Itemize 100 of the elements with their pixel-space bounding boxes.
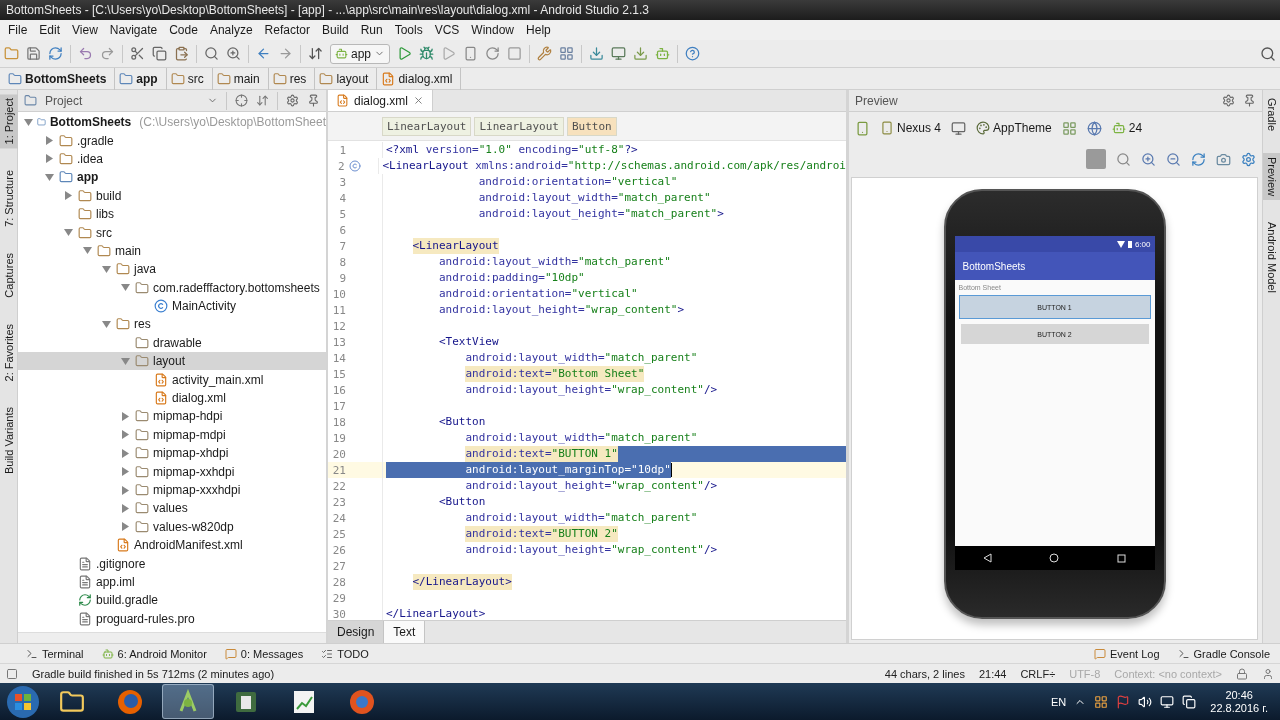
tree-item[interactable]: app.iml	[18, 572, 326, 592]
hide-icon[interactable]	[307, 94, 320, 107]
tree-item[interactable]: activity_main.xml	[18, 370, 326, 389]
tree-item[interactable]: mipmap-hdpi	[18, 407, 326, 426]
run-icon[interactable]	[397, 46, 413, 61]
collapsed-arrow-icon[interactable]	[121, 411, 129, 421]
flag-icon[interactable]	[1116, 694, 1131, 709]
side-tab[interactable]: 2: Favorites	[0, 319, 18, 386]
menu-item[interactable]: Tools	[388, 23, 429, 37]
tree-item[interactable]: com.radefffactory.bottomsheets	[18, 278, 326, 297]
zoom-in-icon[interactable]	[1141, 151, 1156, 167]
mode-tab[interactable]: Text	[384, 621, 426, 643]
copy-icon[interactable]	[152, 46, 167, 61]
rerun-icon[interactable]	[485, 46, 501, 61]
menu-item[interactable]: Code	[163, 23, 204, 37]
cut-icon[interactable]	[130, 46, 145, 61]
side-tab[interactable]: 1: Project	[0, 94, 18, 149]
stop-icon[interactable]	[507, 46, 523, 61]
android-icon[interactable]	[101, 647, 114, 660]
tree-item[interactable]: values	[18, 499, 326, 518]
menu-item[interactable]: Navigate	[103, 23, 164, 37]
collapsed-arrow-icon[interactable]	[121, 430, 129, 440]
tool-window-button[interactable]: TODO	[321, 647, 369, 660]
tool-window-button[interactable]: Gradle Console	[1177, 647, 1270, 660]
breadcrumb-item[interactable]: dialog.xml	[377, 67, 462, 90]
device-icon[interactable]	[463, 46, 479, 61]
tree-item[interactable]: src	[18, 223, 326, 242]
tree-item[interactable]: .gitignore	[18, 554, 326, 573]
device-config-icon[interactable]	[855, 120, 870, 136]
zoom-out-icon[interactable]	[1166, 151, 1181, 167]
tool-window-button[interactable]: 6: Android Monitor	[101, 647, 207, 660]
network-icon[interactable]	[1160, 694, 1175, 709]
back-icon[interactable]	[256, 46, 271, 61]
tree-item[interactable]: main	[18, 241, 326, 261]
expanded-arrow-icon[interactable]	[82, 247, 92, 255]
tree-item[interactable]: MainActivity	[18, 296, 326, 316]
locate-icon[interactable]	[235, 94, 248, 107]
tree-item[interactable]: libs	[18, 204, 326, 224]
tool-window-button[interactable]: Event Log	[1094, 647, 1160, 660]
tree-item[interactable]: proguard-rules.pro	[18, 609, 326, 628]
breadcrumb-item[interactable]: BottomSheets	[4, 67, 116, 90]
tree-item[interactable]: drawable	[18, 333, 326, 353]
tree-item[interactable]: AndroidManifest.xml	[18, 536, 326, 555]
menu-item[interactable]: Build	[315, 23, 355, 37]
redo-icon[interactable]	[100, 46, 115, 61]
tree-item[interactable]: mipmap-xxhdpi	[18, 462, 326, 481]
collapsed-arrow-icon[interactable]	[121, 485, 129, 495]
start-button[interactable]	[6, 684, 40, 719]
breadcrumb-item[interactable]: layout	[315, 67, 378, 90]
menu-item[interactable]: Edit	[33, 23, 67, 37]
lock-icon[interactable]	[1236, 667, 1248, 680]
chart-icon[interactable]	[291, 688, 317, 715]
tree-item[interactable]: mipmap-mdpi	[18, 425, 326, 445]
tree-item[interactable]: mipmap-xhdpi	[18, 444, 326, 463]
paste-icon[interactable]	[174, 46, 189, 61]
settings-icon[interactable]	[537, 46, 553, 61]
tree-item[interactable]: app	[18, 168, 326, 187]
tree-item[interactable]: mipmap-xxxhdpi	[18, 480, 326, 500]
expanded-arrow-icon[interactable]	[101, 321, 111, 328]
menu-item[interactable]: Help	[520, 23, 557, 37]
menu-item[interactable]: VCS	[428, 23, 466, 37]
side-tab[interactable]: Build Variants	[0, 403, 18, 479]
android-icon[interactable]	[655, 46, 671, 61]
tree-item[interactable]: build	[18, 186, 326, 205]
locale-icon[interactable]	[1086, 120, 1102, 136]
todo-icon[interactable]	[321, 647, 334, 660]
settings-icon[interactable]	[286, 94, 299, 107]
api-dropdown[interactable]: 24	[1111, 121, 1143, 135]
breadcrumb-item[interactable]: app	[115, 67, 167, 90]
status-item[interactable]: CRLF÷	[1020, 667, 1056, 680]
menu-item[interactable]: View	[66, 23, 104, 37]
clock[interactable]: 20:46 22.8.2016 г.	[1204, 688, 1274, 715]
browser-icon[interactable]	[349, 688, 375, 715]
tool-window-button[interactable]: Terminal	[26, 647, 84, 660]
browser-icon[interactable]	[117, 688, 143, 715]
terminal-icon[interactable]	[26, 647, 38, 660]
menu-item[interactable]: Analyze	[203, 23, 259, 37]
help-icon[interactable]	[685, 46, 701, 61]
screenshot-icon[interactable]	[1216, 151, 1231, 167]
device-dropdown[interactable]: Nexus 4	[880, 121, 942, 135]
menu-item[interactable]: File	[2, 23, 34, 37]
run-config-dropdown[interactable]: app	[330, 43, 391, 64]
menu-item[interactable]: Refactor	[258, 23, 316, 37]
forward-icon[interactable]	[278, 46, 293, 61]
collapsed-arrow-icon[interactable]	[64, 191, 72, 201]
collapsed-arrow-icon[interactable]	[121, 448, 129, 458]
editor-tab[interactable]: dialog.xml	[328, 90, 434, 111]
side-tab[interactable]: Preview	[1263, 153, 1280, 201]
side-tab[interactable]: 7: Structure	[0, 166, 18, 232]
tree-item[interactable]: layout	[18, 352, 326, 371]
find-icon[interactable]	[204, 46, 219, 61]
class-marker-icon[interactable]	[348, 160, 361, 172]
tag-breadcrumb[interactable]: LinearLayout	[474, 116, 564, 136]
toggle-button[interactable]	[1086, 149, 1106, 169]
collapsed-arrow-icon[interactable]	[121, 522, 129, 532]
tree-item[interactable]: dialog.xml	[18, 388, 326, 408]
side-tab[interactable]: Gradle	[1263, 94, 1280, 136]
collapsed-arrow-icon[interactable]	[45, 154, 53, 164]
theme-dropdown[interactable]: AppTheme	[976, 121, 1052, 135]
collapsed-arrow-icon[interactable]	[121, 503, 129, 513]
